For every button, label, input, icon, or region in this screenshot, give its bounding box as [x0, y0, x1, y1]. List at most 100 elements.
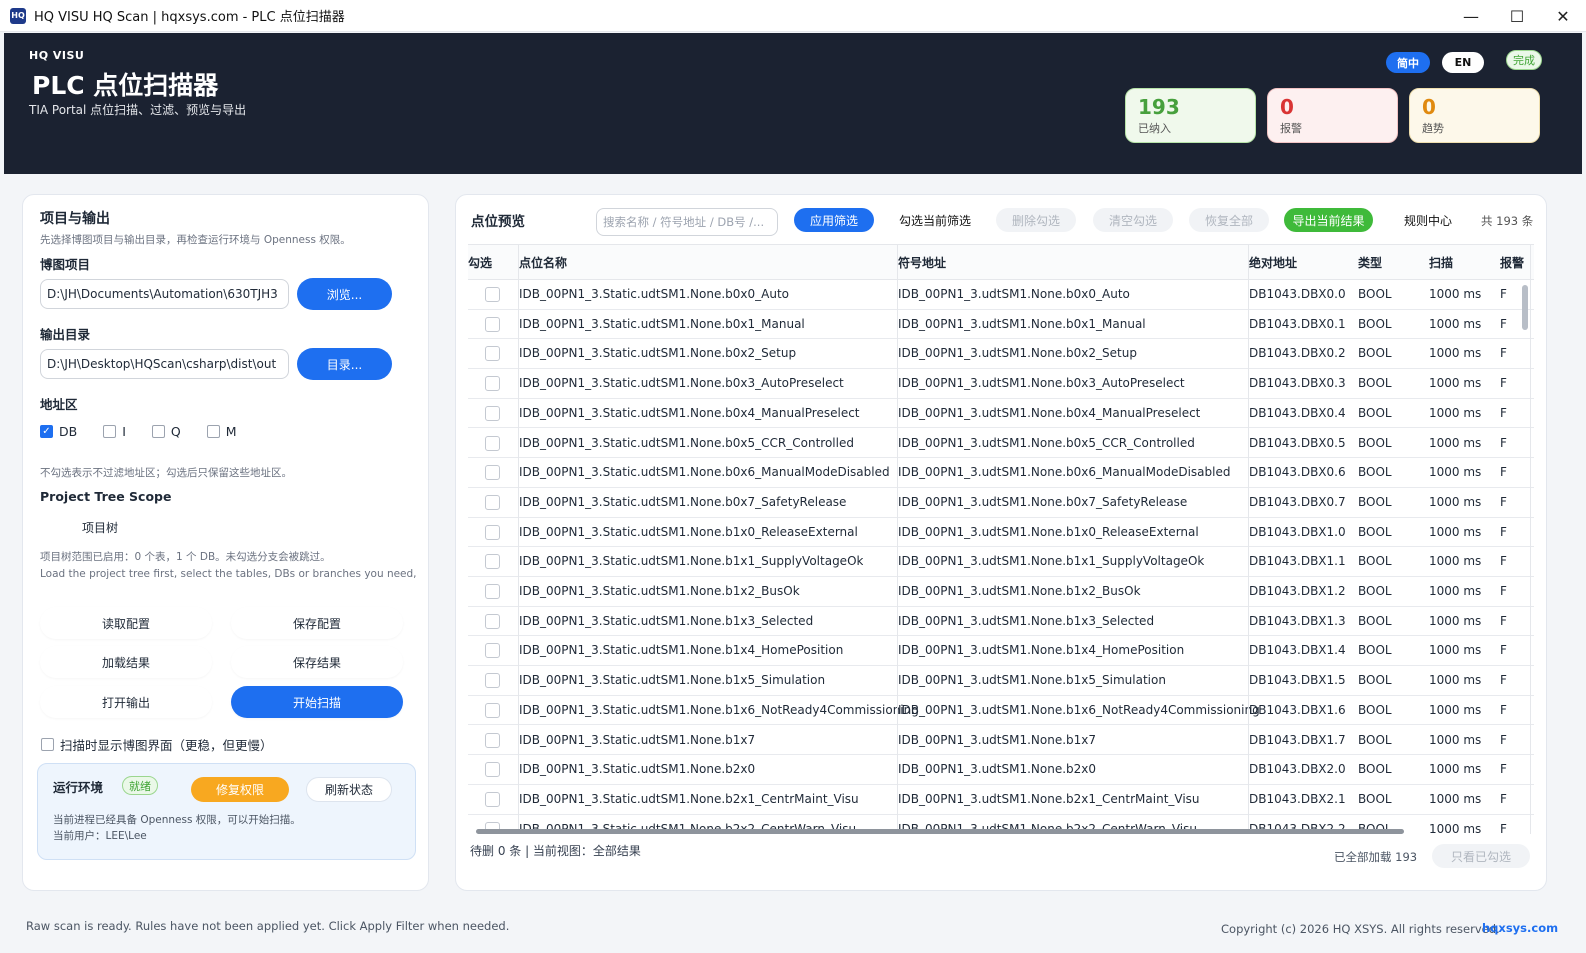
search-input[interactable]: 搜索名称 / 符号地址 / DB号 /... — [596, 208, 778, 236]
table-row[interactable]: IDB_00PN1_3.Static.udtSM1.None.b0x4_Manu… — [468, 399, 1534, 429]
cell-symbol-address: IDB_00PN1_3.udtSM1.None.b1x4_HomePositio… — [898, 643, 1185, 658]
column-header-symbol[interactable]: 符号地址 — [898, 254, 946, 271]
cell-symbol-address: IDB_00PN1_3.udtSM1.None.b0x2_Setup — [898, 346, 1137, 361]
row-checkbox[interactable] — [485, 524, 500, 540]
table-row[interactable]: IDB_00PN1_3.Static.udtSM1.None.b1x3_Sele… — [468, 607, 1534, 637]
load-result-button[interactable]: 加载结果 — [40, 646, 212, 678]
fix-permission-button[interactable]: 修复权限 — [191, 777, 289, 802]
row-checkbox[interactable] — [485, 673, 500, 689]
language-en-button[interactable]: EN — [1442, 52, 1484, 73]
vertical-scrollbar[interactable] — [1522, 285, 1528, 330]
project-tree-item[interactable]: 项目树 — [82, 519, 118, 536]
row-checkbox[interactable] — [485, 465, 500, 481]
column-header-scan[interactable]: 扫描 — [1429, 254, 1453, 271]
table-row[interactable]: IDB_00PN1_3.Static.udtSM1.None.b0x6_Manu… — [468, 458, 1534, 488]
close-button[interactable]: ✕ — [1540, 0, 1586, 32]
row-checkbox[interactable] — [485, 643, 500, 659]
row-checkbox[interactable] — [485, 435, 500, 451]
checkbox-icon[interactable] — [41, 738, 54, 751]
table-row[interactable]: IDB_00PN1_3.Static.udtSM1.None.b1x0_Rele… — [468, 518, 1534, 548]
cell-type: BOOL — [1358, 524, 1392, 539]
table-row[interactable]: IDB_00PN1_3.Static.udtSM1.None.b0x1_Manu… — [468, 310, 1534, 340]
horizontal-scrollbar[interactable] — [476, 829, 1404, 834]
table-row[interactable]: IDB_00PN1_3.Static.udtSM1.None.b1x2_BusO… — [468, 577, 1534, 607]
row-checkbox[interactable] — [485, 762, 500, 778]
cell-scan: 1000 ms — [1429, 673, 1482, 688]
browse-button[interactable]: 浏览... — [297, 278, 392, 310]
cell-point-name: IDB_00PN1_3.Static.udtSM1.None.b2x0 — [519, 762, 756, 777]
column-header-address[interactable]: 绝对地址 — [1249, 254, 1297, 271]
table-row[interactable]: IDB_00PN1_3.Static.udtSM1.None.b0x2_Setu… — [468, 339, 1534, 370]
show-tia-ui-option[interactable]: 扫描时显示博图界面（更稳，但更慢） — [41, 735, 273, 754]
scope-label: Project Tree Scope — [40, 489, 172, 504]
column-header-type[interactable]: 类型 — [1358, 254, 1382, 271]
checkbox-icon[interactable] — [103, 425, 117, 438]
table-row[interactable]: IDB_00PN1_3.Static.udtSM1.None.b0x5_CCR_… — [468, 429, 1534, 459]
row-checkbox[interactable] — [485, 346, 500, 362]
checkbox-checked-icon[interactable]: ✓ — [40, 425, 53, 438]
save-result-button[interactable]: 保存结果 — [231, 646, 403, 678]
table-row[interactable]: IDB_00PN1_3.Static.udtSM1.None.b1x7 IDB_0… — [468, 726, 1534, 756]
table-row[interactable]: IDB_00PN1_3.Static.udtSM1.None.b0x7_Safe… — [468, 488, 1534, 518]
export-results-button[interactable]: 导出当前结果 — [1284, 208, 1373, 232]
row-checkbox[interactable] — [485, 405, 500, 421]
table-row[interactable]: IDB_00PN1_3.Static.udtSM1.None.b1x5_Simu… — [468, 666, 1534, 696]
row-checkbox[interactable] — [485, 584, 500, 599]
runtime-env-box: 运行环境 就绪 修复权限 刷新状态 当前进程已经具备 Openness 权限，可… — [37, 763, 416, 860]
window-titlebar: HQ HQ VISU HQ Scan | hqxsys.com - PLC 点位… — [0, 0, 1586, 32]
row-checkbox[interactable] — [485, 494, 500, 510]
only-checked-button[interactable]: 只看已勾选 — [1432, 844, 1530, 868]
minimize-button[interactable]: — — [1448, 0, 1494, 32]
maximize-button[interactable]: ☐ — [1494, 0, 1540, 32]
brand-label: HQ VISU — [29, 49, 85, 62]
cell-type: BOOL — [1358, 554, 1392, 569]
row-checkbox[interactable] — [485, 554, 500, 570]
checkbox-icon[interactable] — [151, 425, 165, 438]
output-dir-button[interactable]: 目录... — [297, 348, 392, 380]
table-row[interactable]: IDB_00PN1_3.Static.udtSM1.None.b2x0 IDB_0… — [468, 755, 1534, 785]
cell-type: BOOL — [1358, 316, 1392, 331]
website-link[interactable]: hqxsys.com — [1482, 921, 1558, 935]
refresh-status-button[interactable]: 刷新状态 — [306, 777, 392, 802]
table-row[interactable]: IDB_00PN1_3.Static.udtSM1.None.b0x3_Auto… — [468, 369, 1534, 399]
start-scan-button[interactable]: 开始扫描 — [231, 686, 403, 718]
app-logo-icon: HQ — [10, 7, 26, 24]
row-checkbox[interactable] — [485, 287, 500, 302]
read-config-button[interactable]: 读取配置 — [40, 607, 212, 639]
row-checkbox[interactable] — [485, 316, 500, 332]
restore-all-button[interactable]: 恢复全部 — [1189, 208, 1269, 232]
column-header-alarm[interactable]: 报警 — [1500, 254, 1524, 271]
check-current-filter-button[interactable]: 勾选当前筛选 — [887, 208, 983, 232]
save-config-button[interactable]: 保存配置 — [231, 607, 403, 639]
project-path-input[interactable]: D:\JH\Documents\Automation\630TJH3 — [40, 279, 289, 309]
open-output-button[interactable]: 打开输出 — [40, 686, 212, 718]
column-header-check[interactable]: 勾选 — [468, 254, 492, 271]
preview-panel: 点位预览 搜索名称 / 符号地址 / DB号 /... 应用筛选 勾选当前筛选 … — [455, 194, 1547, 891]
area-option-m[interactable]: M — [206, 424, 237, 439]
row-checkbox[interactable] — [485, 791, 500, 807]
column-header-name[interactable]: 点位名称 — [519, 254, 567, 271]
row-checkbox[interactable] — [485, 613, 500, 629]
row-checkbox[interactable] — [485, 376, 500, 392]
cell-absolute-address: DB1043.DBX0.3 — [1249, 376, 1346, 391]
table-row[interactable]: IDB_00PN1_3.Static.udtSM1.None.b1x4_Home… — [468, 636, 1534, 667]
output-path-input[interactable]: D:\JH\Desktop\HQScan\csharp\dist\out — [40, 349, 289, 379]
table-row[interactable]: IDB_00PN1_3.Static.udtSM1.None.b2x1_Cent… — [468, 785, 1534, 815]
clear-checked-button[interactable]: 清空勾选 — [1093, 208, 1173, 232]
apply-filter-button[interactable]: 应用筛选 — [794, 208, 874, 232]
rules-center-button[interactable]: 规则中心 — [1390, 208, 1466, 232]
cell-point-name: IDB_00PN1_3.Static.udtSM1.None.b0x2_Setu… — [519, 346, 797, 361]
delete-checked-button[interactable]: 删除勾选 — [996, 208, 1076, 232]
checkbox-icon[interactable] — [206, 425, 220, 438]
cell-absolute-address: DB1043.DBX0.5 — [1249, 435, 1346, 450]
table-row[interactable]: IDB_00PN1_3.Static.udtSM1.None.b1x1_Supp… — [468, 547, 1534, 577]
row-checkbox[interactable] — [485, 702, 500, 718]
row-checkbox[interactable] — [485, 732, 500, 748]
table-row[interactable]: IDB_00PN1_3.Static.udtSM1.None.b0x0_Auto… — [468, 280, 1534, 310]
area-option-q[interactable]: Q — [151, 424, 181, 439]
table-row[interactable]: IDB_00PN1_3.Static.udtSM1.None.b1x6_NotR… — [468, 696, 1534, 726]
copyright-text: Copyright (c) 2026 HQ XSYS. All rights r… — [1221, 922, 1500, 936]
area-option-db[interactable]: ✓ DB — [40, 424, 77, 439]
language-zh-button[interactable]: 简中 — [1386, 52, 1430, 73]
area-option-i[interactable]: I — [103, 424, 126, 439]
